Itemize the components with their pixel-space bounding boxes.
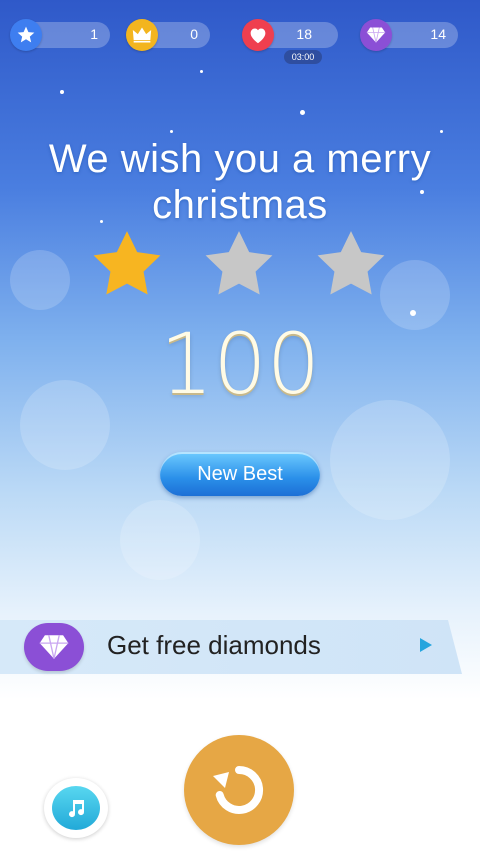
lives-timer: 03:00 <box>284 50 322 64</box>
song-title: We wish you a merry christmas <box>48 137 432 227</box>
diamond-icon[interactable] <box>24 623 84 671</box>
lives-count: 18 <box>296 26 312 42</box>
replay-icon <box>213 765 263 814</box>
stars-counter: 1 <box>10 19 110 51</box>
new-best-badge: New Best <box>160 452 320 496</box>
crowns-count: 0 <box>190 26 198 42</box>
star-icon-1-earned <box>93 231 161 295</box>
diamonds-counter: 14 <box>360 19 458 51</box>
star-icon-2-empty <box>205 231 273 295</box>
score-value: 100 <box>159 315 321 413</box>
replay-button[interactable] <box>184 735 294 845</box>
music-button[interactable] <box>44 778 108 838</box>
diamond-icon <box>360 19 392 51</box>
music-note-icon <box>52 786 100 830</box>
heart-icon <box>242 19 274 51</box>
get-free-diamonds-label[interactable]: Get free diamonds <box>107 630 321 661</box>
diamonds-count: 14 <box>430 26 446 42</box>
star-icon-3-empty <box>317 231 385 295</box>
star-icon <box>10 19 42 51</box>
stars-count: 1 <box>90 26 98 42</box>
lives-counter: 18 <box>242 19 338 51</box>
crowns-counter: 0 <box>126 19 210 51</box>
crown-icon <box>126 19 158 51</box>
arrow-right-icon[interactable] <box>420 638 432 652</box>
